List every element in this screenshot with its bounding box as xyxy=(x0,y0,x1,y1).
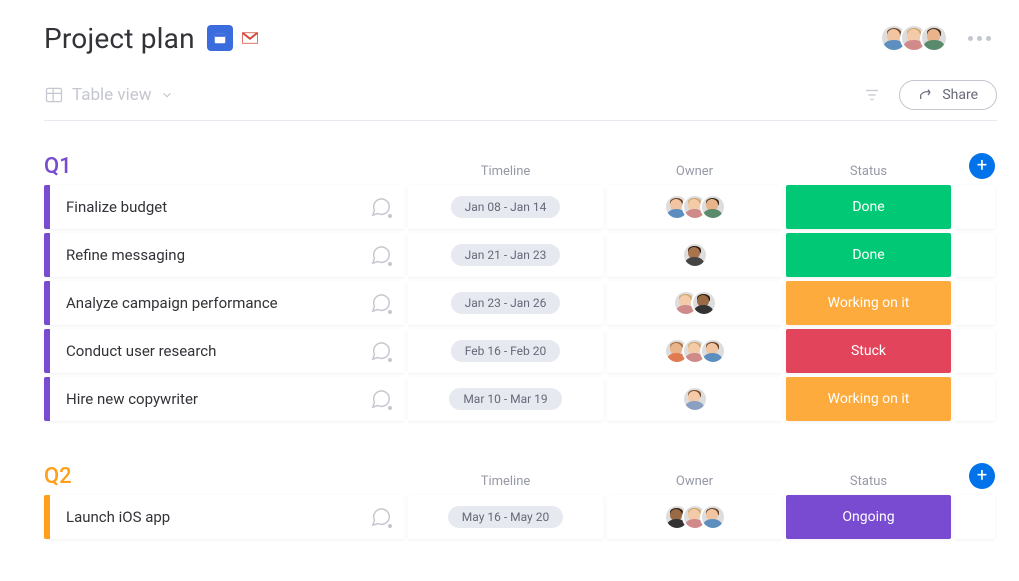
chat-icon[interactable] xyxy=(370,388,392,410)
owner-cell[interactable] xyxy=(607,377,782,421)
filter-icon[interactable] xyxy=(863,86,881,104)
chat-icon[interactable] xyxy=(370,506,392,528)
owner-cell[interactable] xyxy=(607,495,782,539)
google-calendar-icon[interactable] xyxy=(207,25,233,51)
task-name-cell[interactable]: Hire new copywriter xyxy=(44,377,404,421)
timeline-cell[interactable]: Feb 16 - Feb 20 xyxy=(408,329,603,373)
owner-cell[interactable] xyxy=(607,329,782,373)
status-cell[interactable]: Done xyxy=(786,185,951,229)
status-cell[interactable]: Working on it xyxy=(786,281,951,325)
table-row: Hire new copywriter Mar 10 - Mar 19 Workin… xyxy=(44,377,997,421)
avatar xyxy=(700,194,726,220)
header-avatars[interactable] xyxy=(880,24,948,52)
column-header-status: Status xyxy=(786,474,951,489)
trailing-cell xyxy=(955,233,995,277)
avatar xyxy=(920,24,948,52)
share-icon xyxy=(918,87,934,103)
table-row: Analyze campaign performance Jan 23 - Jan… xyxy=(44,281,997,325)
avatar xyxy=(682,242,708,268)
task-name: Launch iOS app xyxy=(50,508,170,526)
chat-icon[interactable] xyxy=(370,244,392,266)
task-name-cell[interactable]: Launch iOS app xyxy=(44,495,404,539)
chat-icon[interactable] xyxy=(370,340,392,362)
group: Q1 Timeline Owner Status + Finalize budget Jan… xyxy=(44,153,997,421)
status-cell[interactable]: Ongoing xyxy=(786,495,951,539)
add-column-button[interactable]: + xyxy=(969,463,995,489)
chat-icon[interactable] xyxy=(370,196,392,218)
timeline-cell[interactable]: Jan 08 - Jan 14 xyxy=(408,185,603,229)
column-header-owner: Owner xyxy=(607,164,782,179)
avatar xyxy=(700,504,726,530)
trailing-cell xyxy=(955,185,995,229)
status-cell[interactable]: Working on it xyxy=(786,377,951,421)
owner-cell[interactable] xyxy=(607,281,782,325)
view-switcher[interactable]: Table view xyxy=(44,85,174,105)
group-title[interactable]: Q2 xyxy=(44,464,404,489)
timeline-value: Jan 08 - Jan 14 xyxy=(451,196,561,218)
task-name: Finalize budget xyxy=(50,198,167,216)
table-row: Finalize budget Jan 08 - Jan 14 Done xyxy=(44,185,997,229)
page-title: Project plan xyxy=(44,22,195,55)
table-row: Refine messaging Jan 21 - Jan 23 Done xyxy=(44,233,997,277)
task-name-cell[interactable]: Finalize budget xyxy=(44,185,404,229)
task-name: Refine messaging xyxy=(50,246,185,264)
status-cell[interactable]: Stuck xyxy=(786,329,951,373)
timeline-cell[interactable]: May 16 - May 20 xyxy=(408,495,603,539)
table-icon xyxy=(44,85,64,105)
task-name-cell[interactable]: Analyze campaign performance xyxy=(44,281,404,325)
table-row: Launch iOS app May 16 - May 20 Ongoing xyxy=(44,495,997,539)
task-name: Hire new copywriter xyxy=(50,390,198,408)
timeline-value: May 16 - May 20 xyxy=(448,506,563,528)
owner-cell[interactable] xyxy=(607,185,782,229)
column-header-status: Status xyxy=(786,164,951,179)
trailing-cell xyxy=(955,281,995,325)
share-label: Share xyxy=(942,87,978,103)
share-button[interactable]: Share xyxy=(899,80,997,110)
group: Q2 Timeline Owner Status + Launch iOS app May … xyxy=(44,463,997,539)
trailing-cell xyxy=(955,329,995,373)
timeline-value: Feb 16 - Feb 20 xyxy=(451,340,560,362)
gmail-icon[interactable] xyxy=(237,25,263,51)
task-name: Analyze campaign performance xyxy=(50,294,278,312)
integration-chips xyxy=(205,23,265,53)
timeline-cell[interactable]: Jan 21 - Jan 23 xyxy=(408,233,603,277)
table-row: Conduct user research Feb 16 - Feb 20 Stuc… xyxy=(44,329,997,373)
more-menu-icon[interactable] xyxy=(962,30,997,47)
column-header-timeline: Timeline xyxy=(408,474,603,489)
task-name-cell[interactable]: Refine messaging xyxy=(44,233,404,277)
view-label: Table view xyxy=(72,85,152,105)
status-cell[interactable]: Done xyxy=(786,233,951,277)
chevron-down-icon xyxy=(160,88,174,102)
timeline-value: Mar 10 - Mar 19 xyxy=(449,388,561,410)
timeline-cell[interactable]: Mar 10 - Mar 19 xyxy=(408,377,603,421)
add-column-button[interactable]: + xyxy=(969,153,995,179)
task-name-cell[interactable]: Conduct user research xyxy=(44,329,404,373)
timeline-value: Jan 23 - Jan 26 xyxy=(451,292,561,314)
avatar xyxy=(700,338,726,364)
avatar xyxy=(691,290,717,316)
trailing-cell xyxy=(955,377,995,421)
timeline-value: Jan 21 - Jan 23 xyxy=(451,244,561,266)
owner-cell[interactable] xyxy=(607,233,782,277)
timeline-cell[interactable]: Jan 23 - Jan 26 xyxy=(408,281,603,325)
trailing-cell xyxy=(955,495,995,539)
avatar xyxy=(682,386,708,412)
column-header-owner: Owner xyxy=(607,474,782,489)
task-name: Conduct user research xyxy=(50,342,216,360)
chat-icon[interactable] xyxy=(370,292,392,314)
column-header-timeline: Timeline xyxy=(408,164,603,179)
group-title[interactable]: Q1 xyxy=(44,154,404,179)
